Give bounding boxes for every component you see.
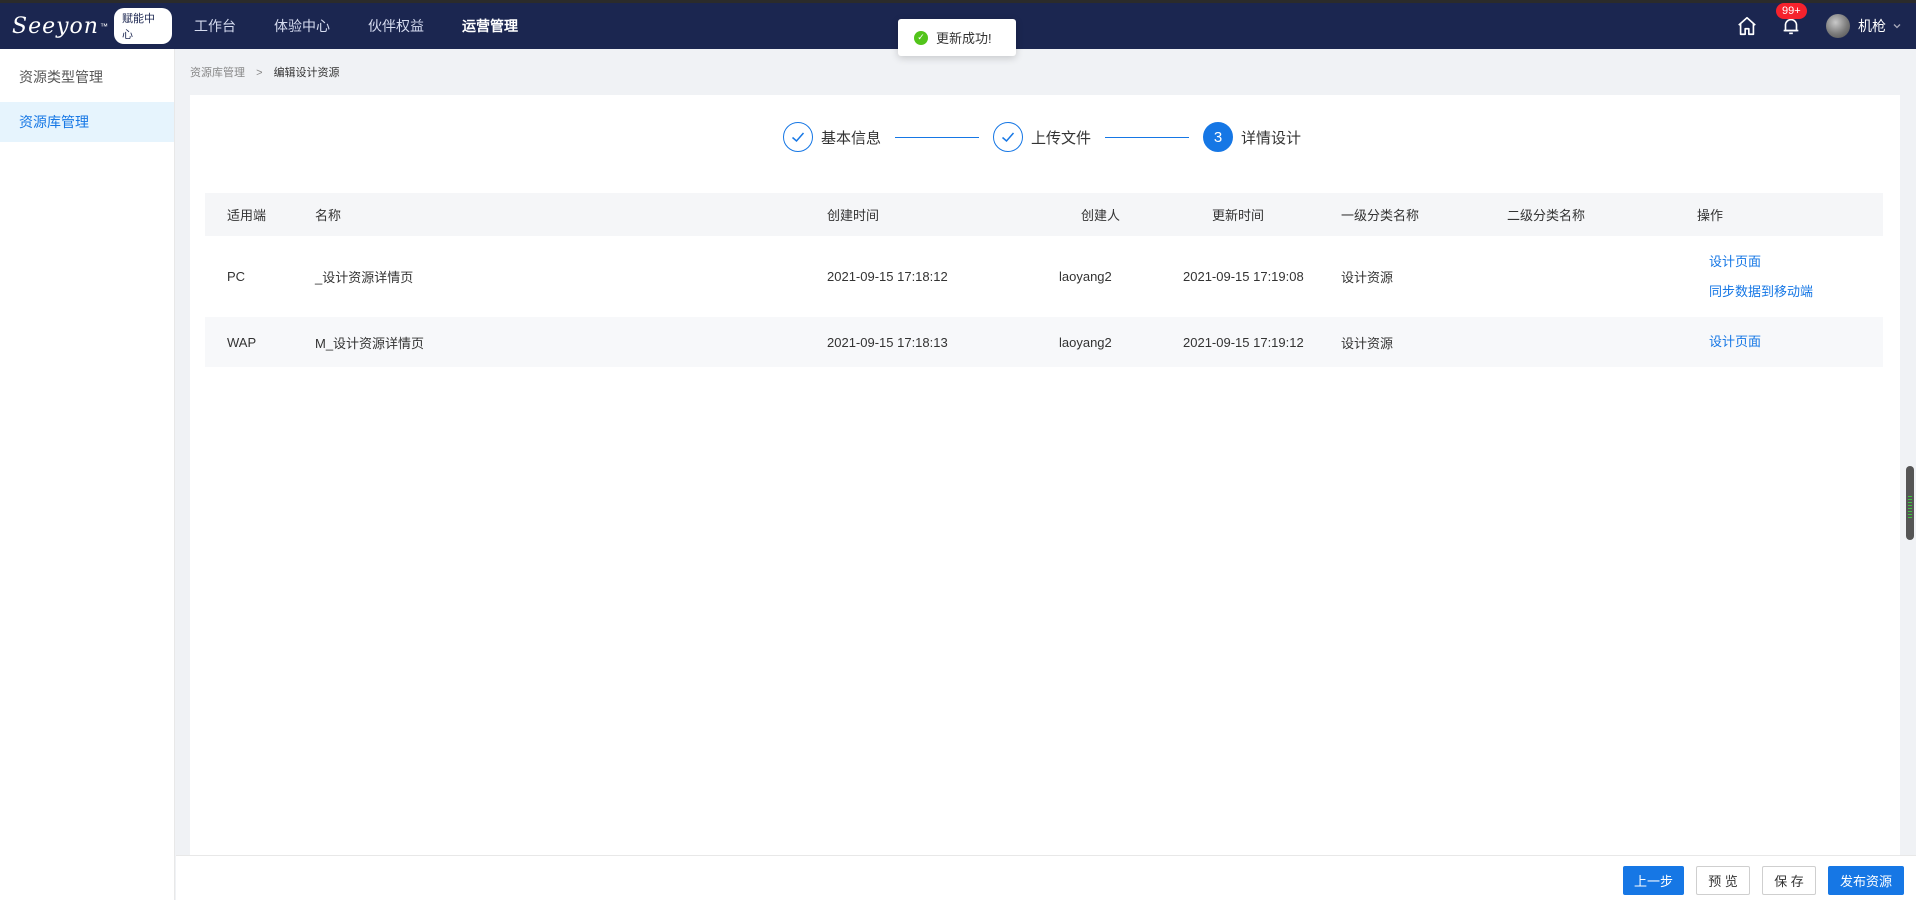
col-actions: 操作: [1697, 208, 1724, 223]
avatar[interactable]: [1826, 14, 1850, 38]
step-connector: [1105, 136, 1190, 138]
toast-message: 更新成功!: [936, 31, 992, 46]
design-page-link[interactable]: 设计页面: [1697, 327, 1883, 357]
step-label: 详情设计: [1241, 129, 1302, 147]
logo-text: Seeyon: [12, 13, 99, 39]
col-platform: 适用端: [227, 208, 267, 223]
col-name: 名称: [315, 208, 342, 223]
step-number: 3: [1203, 122, 1234, 152]
step-detail-design[interactable]: 3 详情设计: [1203, 122, 1301, 152]
breadcrumb-current: 编辑设计资源: [273, 67, 340, 79]
col-category2: 二级分类名称: [1507, 208, 1586, 223]
col-updated-time: 更新时间: [1212, 208, 1265, 223]
main-nav: 工作台 体验中心 伙伴权益 运营管理: [194, 16, 556, 36]
check-circle-icon: ✓: [914, 30, 928, 45]
check-icon: [993, 122, 1024, 152]
cell-creator: laoyang2: [1059, 334, 1112, 350]
cell-actions: 设计页面 同步数据到移动端: [1697, 247, 1883, 307]
design-page-link[interactable]: 设计页面: [1697, 247, 1883, 277]
resource-table: 适用端 名称 创建时间 创建人 更新时间 一级分类名称 二级分类名称 操作 PC…: [205, 193, 1883, 367]
sidebar: 资源类型管理 资源库管理: [0, 49, 175, 900]
preview-button[interactable]: 预 览: [1696, 866, 1750, 895]
publish-button[interactable]: 发布资源: [1828, 866, 1904, 895]
sidebar-item-resource-library[interactable]: 资源库管理: [0, 102, 174, 142]
cell-platform: PC: [227, 269, 246, 284]
bottom-action-bar: 上一步 预 览 保 存 发布资源: [176, 855, 1916, 900]
col-created-time: 创建时间: [827, 208, 880, 223]
header-actions: 99+ 机枪: [1736, 3, 1916, 49]
nav-item-workbench[interactable]: 工作台: [194, 16, 236, 36]
step-label: 上传文件: [1031, 129, 1092, 147]
table-header: 适用端 名称 创建时间 创建人 更新时间 一级分类名称 二级分类名称 操作: [205, 193, 1883, 236]
cell-platform: WAP: [227, 334, 257, 350]
col-category1: 一级分类名称: [1341, 208, 1420, 223]
check-icon: [783, 122, 813, 152]
user-name[interactable]: 机枪: [1858, 16, 1886, 36]
notification-badge: 99+: [1776, 3, 1807, 19]
cell-name: M_设计资源详情页: [315, 335, 425, 351]
cell-actions: 设计页面: [1697, 327, 1883, 357]
sidebar-item-resource-types[interactable]: 资源类型管理: [0, 57, 174, 97]
cell-category1: 设计资源: [1341, 270, 1394, 285]
breadcrumb-parent[interactable]: 资源库管理: [190, 67, 245, 79]
logo[interactable]: Seeyon ™ 赋能中心: [12, 8, 172, 44]
notifications[interactable]: 99+: [1776, 3, 1807, 37]
logo-trademark: ™: [99, 21, 108, 31]
breadcrumb: 资源库管理 > 编辑设计资源: [190, 64, 340, 80]
chevron-down-icon[interactable]: [1892, 21, 1902, 31]
cell-name: _设计资源详情页: [315, 270, 414, 285]
steps: 基本信息 上传文件 3 详情设计: [783, 122, 1301, 152]
sync-to-mobile-link[interactable]: 同步数据到移动端: [1697, 277, 1883, 307]
main-card: 基本信息 上传文件 3 详情设计 适用端 名称 创建时间 创建人 更新时间 一级…: [190, 95, 1900, 855]
cell-updated-time: 2021-09-15 17:19:12: [1183, 334, 1304, 350]
prev-step-button[interactable]: 上一步: [1623, 866, 1684, 895]
cell-updated-time: 2021-09-15 17:19:08: [1183, 269, 1304, 284]
table-row: PC _设计资源详情页 2021-09-15 17:18:12 laoyang2…: [205, 236, 1883, 317]
nav-item-experience-center[interactable]: 体验中心: [274, 16, 330, 36]
cell-created-time: 2021-09-15 17:18:13: [827, 334, 948, 350]
scrollbar-thumb[interactable]: [1906, 466, 1914, 540]
logo-badge: 赋能中心: [113, 8, 172, 44]
cell-creator: laoyang2: [1059, 269, 1112, 284]
table-row: WAP M_设计资源详情页 2021-09-15 17:18:13 laoyan…: [205, 317, 1883, 367]
step-basic-info[interactable]: 基本信息: [783, 122, 881, 152]
save-button[interactable]: 保 存: [1762, 866, 1816, 895]
cell-category1: 设计资源: [1341, 335, 1394, 351]
step-upload-file[interactable]: 上传文件: [993, 122, 1091, 152]
home-icon[interactable]: [1736, 15, 1758, 37]
step-label: 基本信息: [821, 129, 882, 147]
breadcrumb-separator: >: [256, 67, 263, 79]
cell-created-time: 2021-09-15 17:18:12: [827, 269, 948, 284]
col-creator: 创建人: [1081, 208, 1121, 223]
nav-item-operations[interactable]: 运营管理: [462, 16, 518, 36]
nav-item-partner-benefits[interactable]: 伙伴权益: [368, 16, 424, 36]
success-toast: ✓ 更新成功!: [898, 19, 1016, 56]
step-connector: [895, 136, 980, 138]
